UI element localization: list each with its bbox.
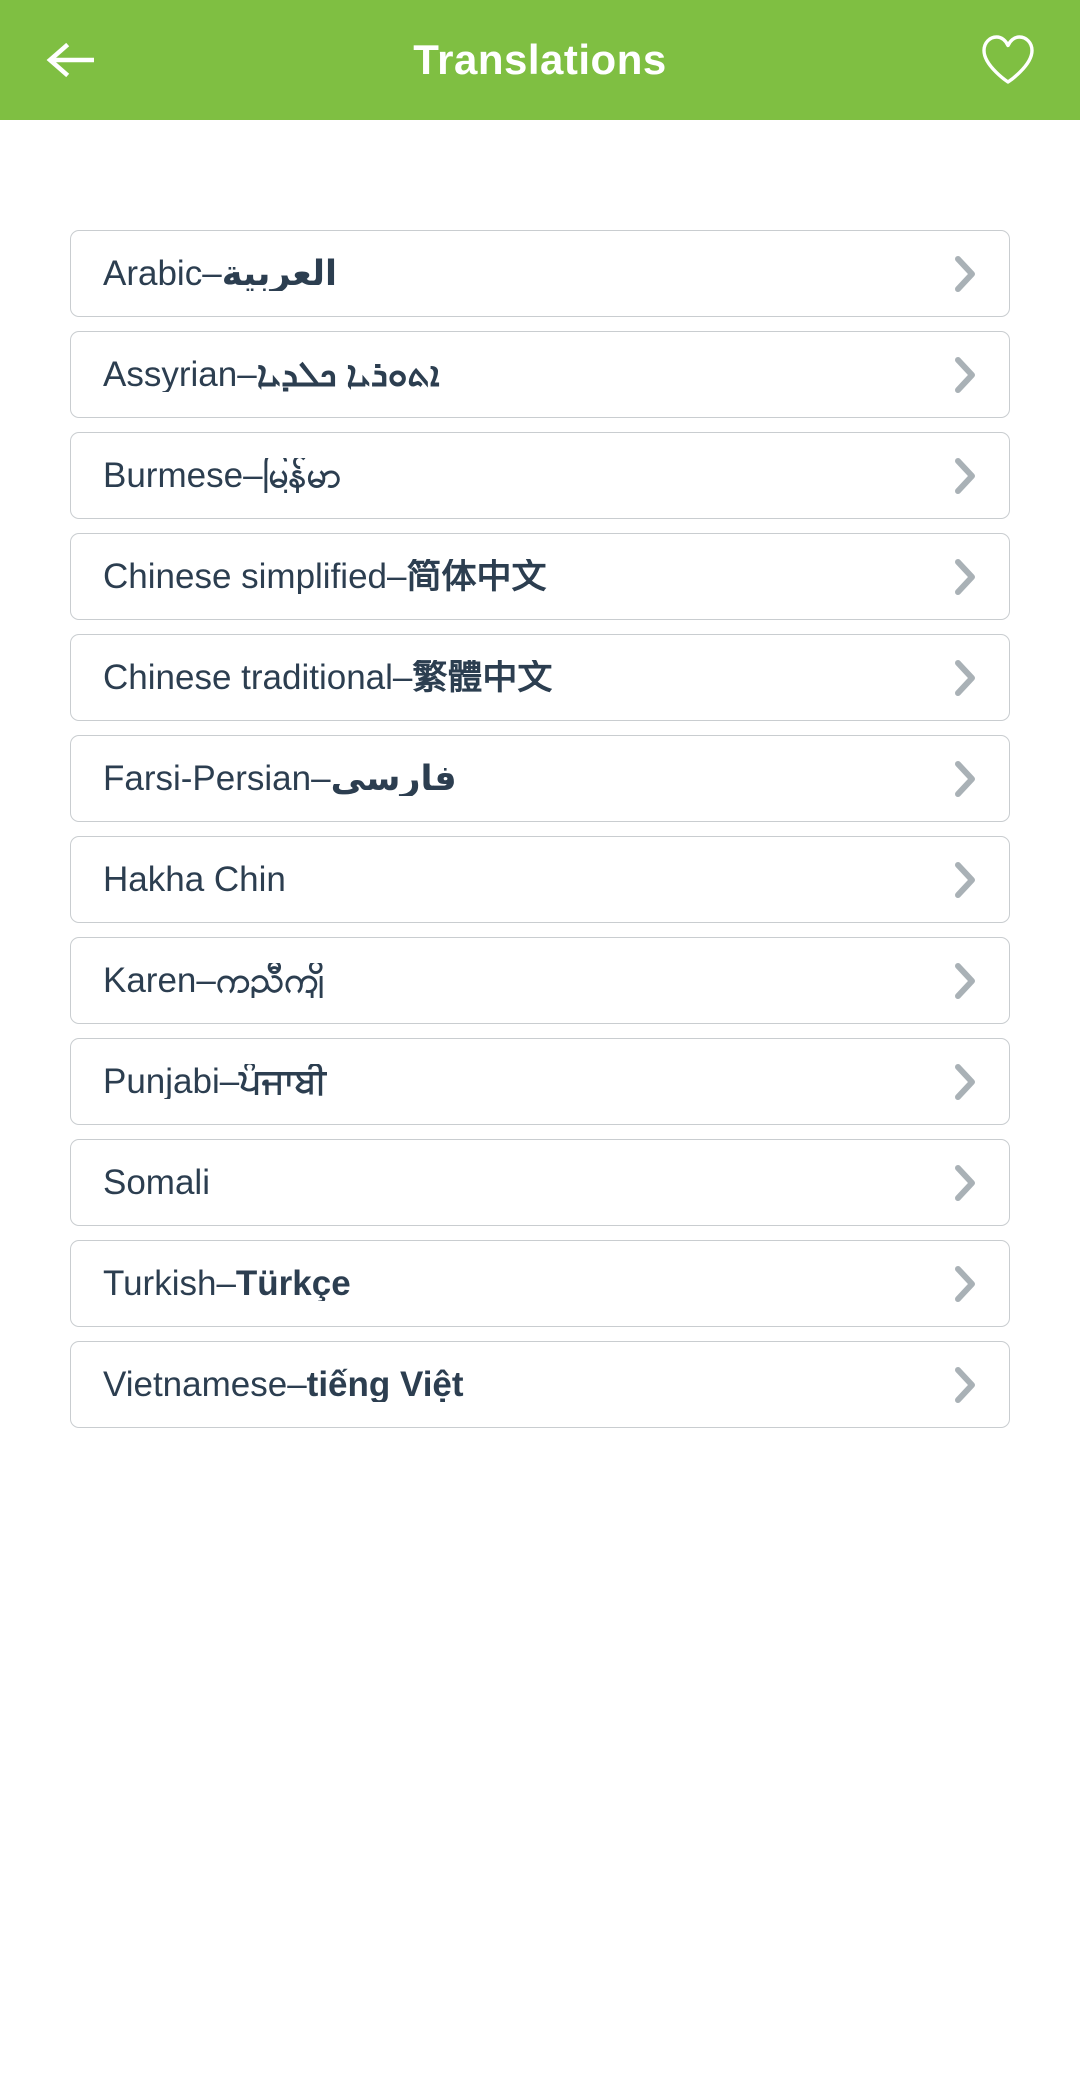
language-name-separator: – xyxy=(387,559,407,594)
language-list-item[interactable]: Vietnamese – tiếng Việt xyxy=(70,1341,1010,1428)
language-name-english: Assyrian xyxy=(103,357,238,392)
arrow-left-icon xyxy=(46,42,94,78)
chevron-right-icon[interactable] xyxy=(943,1363,987,1407)
heart-outline-icon xyxy=(982,35,1034,84)
chevron-right-icon[interactable] xyxy=(943,656,987,700)
chevron-right-icon[interactable] xyxy=(943,1161,987,1205)
language-name-english: Farsi-Persian xyxy=(103,761,312,796)
language-list-item[interactable]: Farsi-Persian – فارسی xyxy=(70,735,1010,822)
page-title: Translations xyxy=(413,36,667,83)
language-name-separator: – xyxy=(202,256,222,291)
language-name-english: Turkish xyxy=(103,1266,217,1301)
language-name-separator: – xyxy=(196,963,216,998)
language-list-item[interactable]: Somali xyxy=(70,1139,1010,1226)
favorite-button[interactable] xyxy=(970,22,1046,98)
language-label: Turkish – Türkçe xyxy=(103,1266,351,1301)
translations-screen: Translations Arabic – العربية Assyrian – … xyxy=(0,0,1080,2099)
language-list-item[interactable]: Assyrian – ܐܬܘܪܝܐ ܟܠܕܝܐ xyxy=(70,331,1010,418)
language-label: Burmese – မြန်မာ xyxy=(103,458,341,493)
language-name-separator: – xyxy=(392,660,413,695)
language-list-item[interactable]: Chinese simplified – 简体中文 xyxy=(70,533,1010,620)
chevron-right-icon[interactable] xyxy=(943,555,987,599)
language-name-native: 简体中文 xyxy=(406,559,547,594)
language-list-container: Arabic – العربية Assyrian – ܐܬܘܪܝܐ ܟܠܕܝܐ B… xyxy=(0,120,1080,2099)
language-name-separator: – xyxy=(287,1367,307,1402)
language-name-native: ਪੰਜਾਬੀ xyxy=(239,1064,328,1099)
language-name-native: Türkçe xyxy=(235,1266,351,1301)
chevron-right-icon[interactable] xyxy=(943,454,987,498)
language-name-native: ܐܬܘܪܝܐ ܟܠܕܝܐ xyxy=(256,357,440,392)
language-list: Arabic – العربية Assyrian – ܐܬܘܪܝܐ ܟܠܕܝܐ B… xyxy=(70,230,1010,1428)
chevron-right-icon[interactable] xyxy=(943,858,987,902)
language-name-separator: – xyxy=(311,761,331,796)
back-button[interactable] xyxy=(34,22,110,98)
language-name-separator: – xyxy=(243,458,263,493)
language-list-item[interactable]: Hakha Chin xyxy=(70,836,1010,923)
language-name-native: မြန်မာ xyxy=(262,458,341,493)
chevron-right-icon[interactable] xyxy=(943,252,987,296)
language-name-english: Somali xyxy=(103,1165,210,1200)
chevron-right-icon[interactable] xyxy=(943,1060,987,1104)
app-header: Translations xyxy=(0,0,1080,120)
chevron-right-icon[interactable] xyxy=(943,353,987,397)
language-label: Chinese simplified – 简体中文 xyxy=(103,559,547,594)
language-label: Vietnamese – tiếng Việt xyxy=(103,1367,464,1402)
language-name-native: العربية xyxy=(221,256,338,291)
language-label: Punjabi – ਪੰਜਾਬੀ xyxy=(103,1064,327,1099)
language-name-english: Punjabi xyxy=(103,1064,220,1099)
language-name-english: Chinese simplified xyxy=(103,559,388,594)
language-name-native: tiếng Việt xyxy=(306,1367,464,1402)
chevron-right-icon[interactable] xyxy=(943,757,987,801)
language-label: Karen – ကညီကျိ xyxy=(103,963,324,998)
language-list-item[interactable]: Arabic – العربية xyxy=(70,230,1010,317)
language-name-separator: – xyxy=(219,1064,240,1099)
language-name-native: فارسی xyxy=(330,761,457,796)
chevron-right-icon[interactable] xyxy=(943,959,987,1003)
language-name-english: Vietnamese xyxy=(103,1367,288,1402)
language-name-english: Burmese xyxy=(103,458,244,493)
language-label: Arabic – العربية xyxy=(103,256,337,291)
language-name-english: Arabic xyxy=(103,256,203,291)
language-label: Assyrian – ܐܬܘܪܝܐ ܟܠܕܝܐ xyxy=(103,357,440,392)
language-name-english: Hakha Chin xyxy=(103,862,286,897)
language-name-separator: – xyxy=(216,1266,236,1301)
language-name-native: 繁體中文 xyxy=(412,660,553,695)
language-name-native: ကညီကျိ xyxy=(215,963,324,998)
language-list-item[interactable]: Turkish – Türkçe xyxy=(70,1240,1010,1327)
language-label: Chinese traditional – 繁體中文 xyxy=(103,660,552,695)
language-label: Somali xyxy=(103,1165,210,1200)
language-name-separator: – xyxy=(237,357,257,392)
language-list-item[interactable]: Chinese traditional – 繁體中文 xyxy=(70,634,1010,721)
language-label: Farsi-Persian – فارسی xyxy=(103,761,457,796)
language-name-english: Chinese traditional xyxy=(103,660,393,695)
language-list-item[interactable]: Burmese – မြန်မာ xyxy=(70,432,1010,519)
language-name-english: Karen xyxy=(103,963,197,998)
language-list-item[interactable]: Punjabi – ਪੰਜਾਬੀ xyxy=(70,1038,1010,1125)
language-list-item[interactable]: Karen – ကညီကျိ xyxy=(70,937,1010,1024)
chevron-right-icon[interactable] xyxy=(943,1262,987,1306)
language-label: Hakha Chin xyxy=(103,862,286,897)
